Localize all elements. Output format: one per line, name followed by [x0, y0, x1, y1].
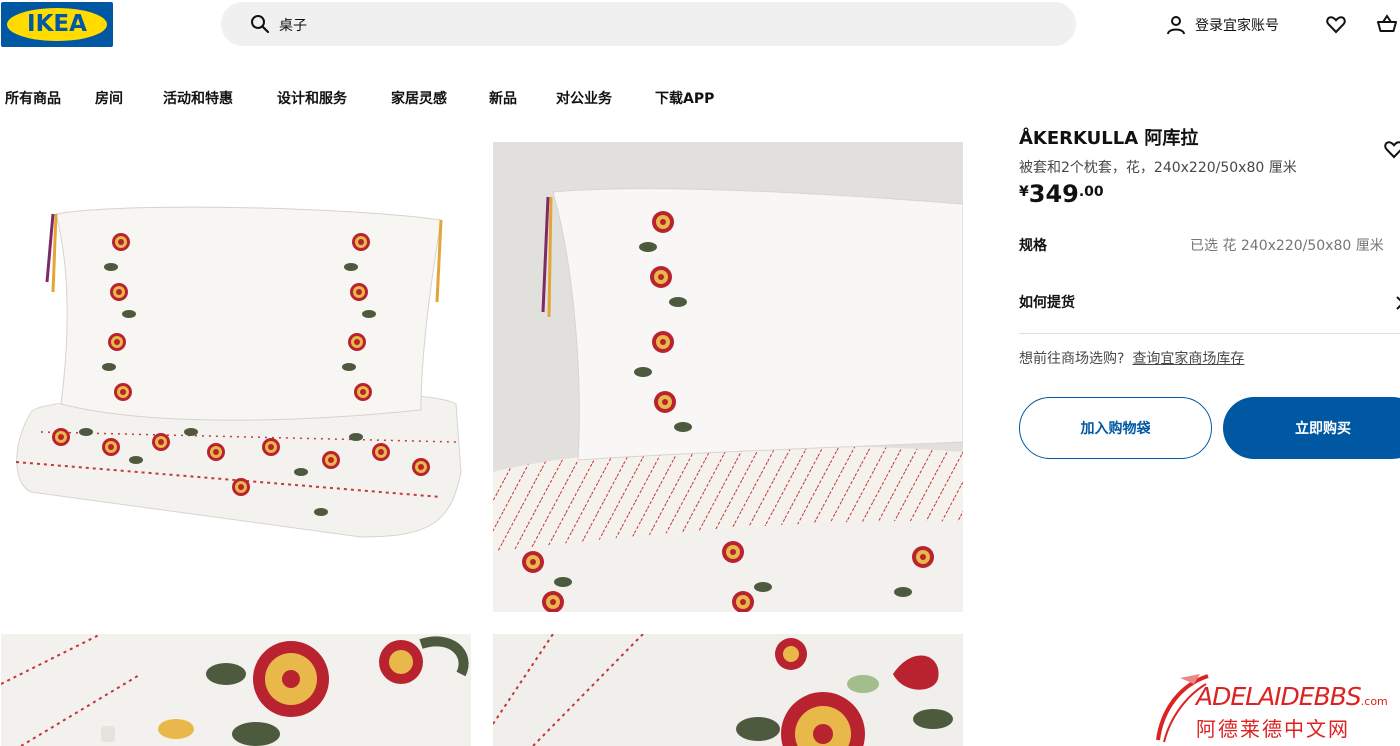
basket-icon[interactable]: [1376, 13, 1398, 35]
spec-row[interactable]: 规格 已选 花 240x220/50x80 厘米: [1019, 235, 1400, 291]
delivery-row[interactable]: 如何提货: [1019, 292, 1400, 348]
spec-value: 已选 花 240x220/50x80 厘米: [1190, 238, 1384, 254]
watermark-cn: 阿德莱德中文网: [1196, 717, 1350, 741]
nav-item-business[interactable]: 对公业务: [556, 88, 612, 108]
product-description: 被套和2个枕套，花，240x220/50x80 厘米: [1019, 160, 1297, 176]
price-integer: 349: [1028, 180, 1079, 208]
nav-item-design-services[interactable]: 设计和服务: [277, 88, 347, 108]
chevron-right-icon: [1396, 296, 1400, 310]
search-icon[interactable]: [249, 13, 271, 35]
divider: [1019, 333, 1400, 334]
watermark-domain: .com: [1360, 695, 1388, 708]
store-stock-line: 想前往商场选购? 查询宜家商场库存: [1019, 348, 1244, 368]
logo-text: IKEA: [27, 11, 87, 37]
watermark-brand: ADELAIDEBBS.com: [1196, 682, 1388, 711]
price-currency: ¥: [1019, 184, 1029, 200]
account-label: 登录宜家账号: [1195, 18, 1279, 34]
nav-item-new[interactable]: 新品: [489, 88, 517, 108]
price-decimal: .00: [1078, 184, 1104, 200]
ikea-logo[interactable]: IKEA: [1, 2, 113, 47]
store-prompt: 想前往商场选购?: [1019, 351, 1125, 367]
search-bar[interactable]: [221, 2, 1076, 46]
product-image-2[interactable]: [493, 142, 963, 612]
nav-item-rooms[interactable]: 房间: [95, 88, 123, 108]
add-to-bag-button[interactable]: 加入购物袋: [1019, 397, 1212, 459]
heart-icon[interactable]: [1325, 13, 1347, 35]
wishlist-heart-icon[interactable]: [1383, 138, 1400, 160]
product-price: ¥349.00: [1019, 180, 1104, 208]
account-link[interactable]: 登录宜家账号: [1165, 12, 1279, 38]
delivery-label: 如何提货: [1019, 295, 1075, 311]
person-icon: [1167, 16, 1185, 35]
nav-item-offers[interactable]: 活动和特惠: [163, 88, 233, 108]
product-image-3[interactable]: [1, 634, 471, 746]
watermark: ADELAIDEBBS.com 阿德莱德中文网: [1150, 670, 1400, 746]
watermark-brand-text: ADELAIDEBBS: [1196, 682, 1362, 711]
product-name: ÅKERKULLA 阿库拉: [1019, 128, 1199, 149]
nav-item-all-products[interactable]: 所有商品: [5, 88, 61, 108]
store-stock-link[interactable]: 查询宜家商场库存: [1132, 351, 1244, 367]
product-image-4[interactable]: [493, 634, 963, 746]
nav-item-inspiration[interactable]: 家居灵感: [391, 88, 447, 108]
spec-label: 规格: [1019, 238, 1047, 254]
product-image-1[interactable]: [1, 142, 471, 612]
nav-item-download-app[interactable]: 下载APP: [655, 88, 714, 108]
buy-now-button[interactable]: 立即购买: [1223, 397, 1400, 459]
search-input[interactable]: [279, 10, 1039, 40]
